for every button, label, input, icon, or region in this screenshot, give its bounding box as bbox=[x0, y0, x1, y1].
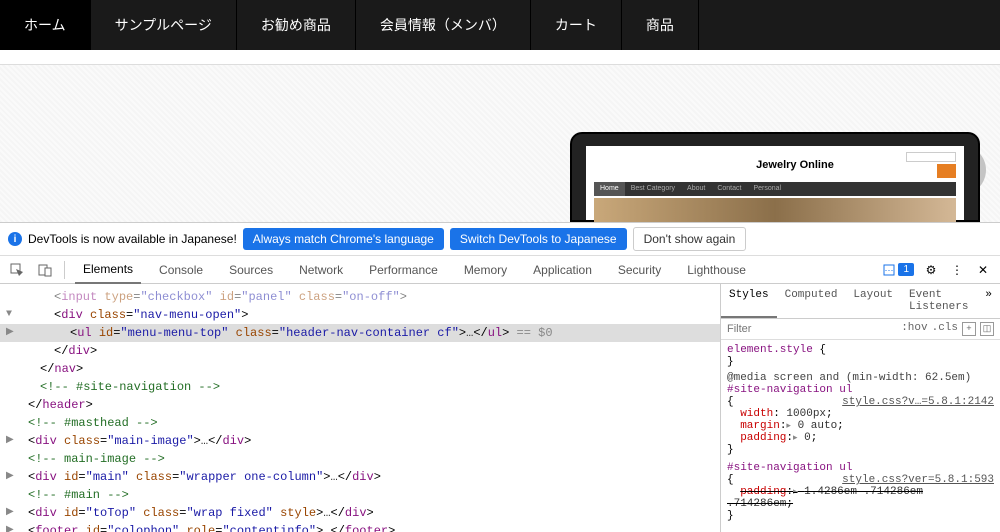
computed-toggle-icon[interactable]: ◫ bbox=[980, 322, 994, 336]
devtools-banner: i DevTools is now available in Japanese!… bbox=[0, 223, 1000, 256]
styles-tab-layout[interactable]: Layout bbox=[845, 284, 901, 318]
nav-cart[interactable]: カート bbox=[531, 0, 622, 50]
device-toggle-icon[interactable] bbox=[36, 261, 54, 279]
info-icon: i bbox=[8, 232, 22, 246]
elements-tree[interactable]: <input type="checkbox" id="panel" class=… bbox=[0, 284, 720, 532]
nav-home[interactable]: ホーム bbox=[0, 0, 91, 50]
mockup-nav: Home Best Category About Contact Persona… bbox=[594, 182, 956, 196]
kebab-icon[interactable]: ⋮ bbox=[948, 261, 966, 279]
styles-panel: Styles Computed Layout Event Listeners »… bbox=[720, 284, 1000, 532]
styles-tab-styles[interactable]: Styles bbox=[721, 284, 777, 318]
inspect-icon[interactable] bbox=[8, 261, 26, 279]
tab-memory[interactable]: Memory bbox=[456, 257, 515, 283]
banner-match-lang-button[interactable]: Always match Chrome's language bbox=[243, 228, 444, 250]
nav-member[interactable]: 会員情報（メンバ） bbox=[356, 0, 531, 50]
devtools-tabs: Elements Console Sources Network Perform… bbox=[0, 256, 1000, 284]
devtools-panel: i DevTools is now available in Japanese!… bbox=[0, 222, 1000, 532]
tab-elements[interactable]: Elements bbox=[75, 256, 141, 284]
svg-text:⋯: ⋯ bbox=[885, 265, 894, 275]
banner-dismiss-button[interactable]: Don't show again bbox=[633, 227, 747, 251]
mockup-title: Jewelry Online bbox=[756, 159, 834, 171]
styles-tab-computed[interactable]: Computed bbox=[777, 284, 846, 318]
css-rules[interactable]: element.style { } @media screen and (min… bbox=[721, 340, 1000, 532]
nav-products[interactable]: 商品 bbox=[622, 0, 699, 50]
banner-switch-jp-button[interactable]: Switch DevTools to Japanese bbox=[450, 228, 627, 250]
tab-performance[interactable]: Performance bbox=[361, 257, 446, 283]
site-nav: ホーム サンプルページ お勧め商品 会員情報（メンバ） カート 商品 bbox=[0, 0, 1000, 50]
styles-tabs-more-icon[interactable]: » bbox=[977, 284, 1000, 318]
tab-sources[interactable]: Sources bbox=[221, 257, 281, 283]
tab-console[interactable]: Console bbox=[151, 257, 211, 283]
tab-security[interactable]: Security bbox=[610, 257, 669, 283]
tab-lighthouse[interactable]: Lighthouse bbox=[679, 257, 754, 283]
page-content: Jewelry Online Home Best Category About … bbox=[0, 64, 1000, 222]
device-screen: Jewelry Online Home Best Category About … bbox=[586, 146, 964, 220]
source-link[interactable]: style.css?v…=5.8.1:2142 bbox=[842, 396, 994, 408]
tab-application[interactable]: Application bbox=[525, 257, 600, 283]
tab-network[interactable]: Network bbox=[291, 257, 351, 283]
styles-tab-listeners[interactable]: Event Listeners bbox=[901, 284, 977, 318]
new-rule-button[interactable]: + bbox=[962, 322, 976, 336]
gear-icon[interactable]: ⚙ bbox=[922, 261, 940, 279]
mockup-btn bbox=[937, 164, 956, 178]
nav-sample[interactable]: サンプルページ bbox=[91, 0, 237, 50]
nav-recommend[interactable]: お勧め商品 bbox=[237, 0, 356, 50]
close-icon[interactable]: ✕ bbox=[974, 261, 992, 279]
issues-icon[interactable]: ⋯1 bbox=[882, 263, 914, 277]
styles-filter-input[interactable] bbox=[721, 319, 895, 339]
device-mockup: Jewelry Online Home Best Category About … bbox=[570, 132, 980, 222]
cls-toggle[interactable]: .cls bbox=[932, 322, 958, 336]
mockup-hero bbox=[594, 198, 956, 222]
banner-text: DevTools is now available in Japanese! bbox=[28, 232, 237, 246]
mockup-search bbox=[906, 152, 956, 162]
hov-toggle[interactable]: :hov bbox=[901, 322, 927, 336]
source-link[interactable]: style.css?ver=5.8.1:593 bbox=[842, 474, 994, 486]
